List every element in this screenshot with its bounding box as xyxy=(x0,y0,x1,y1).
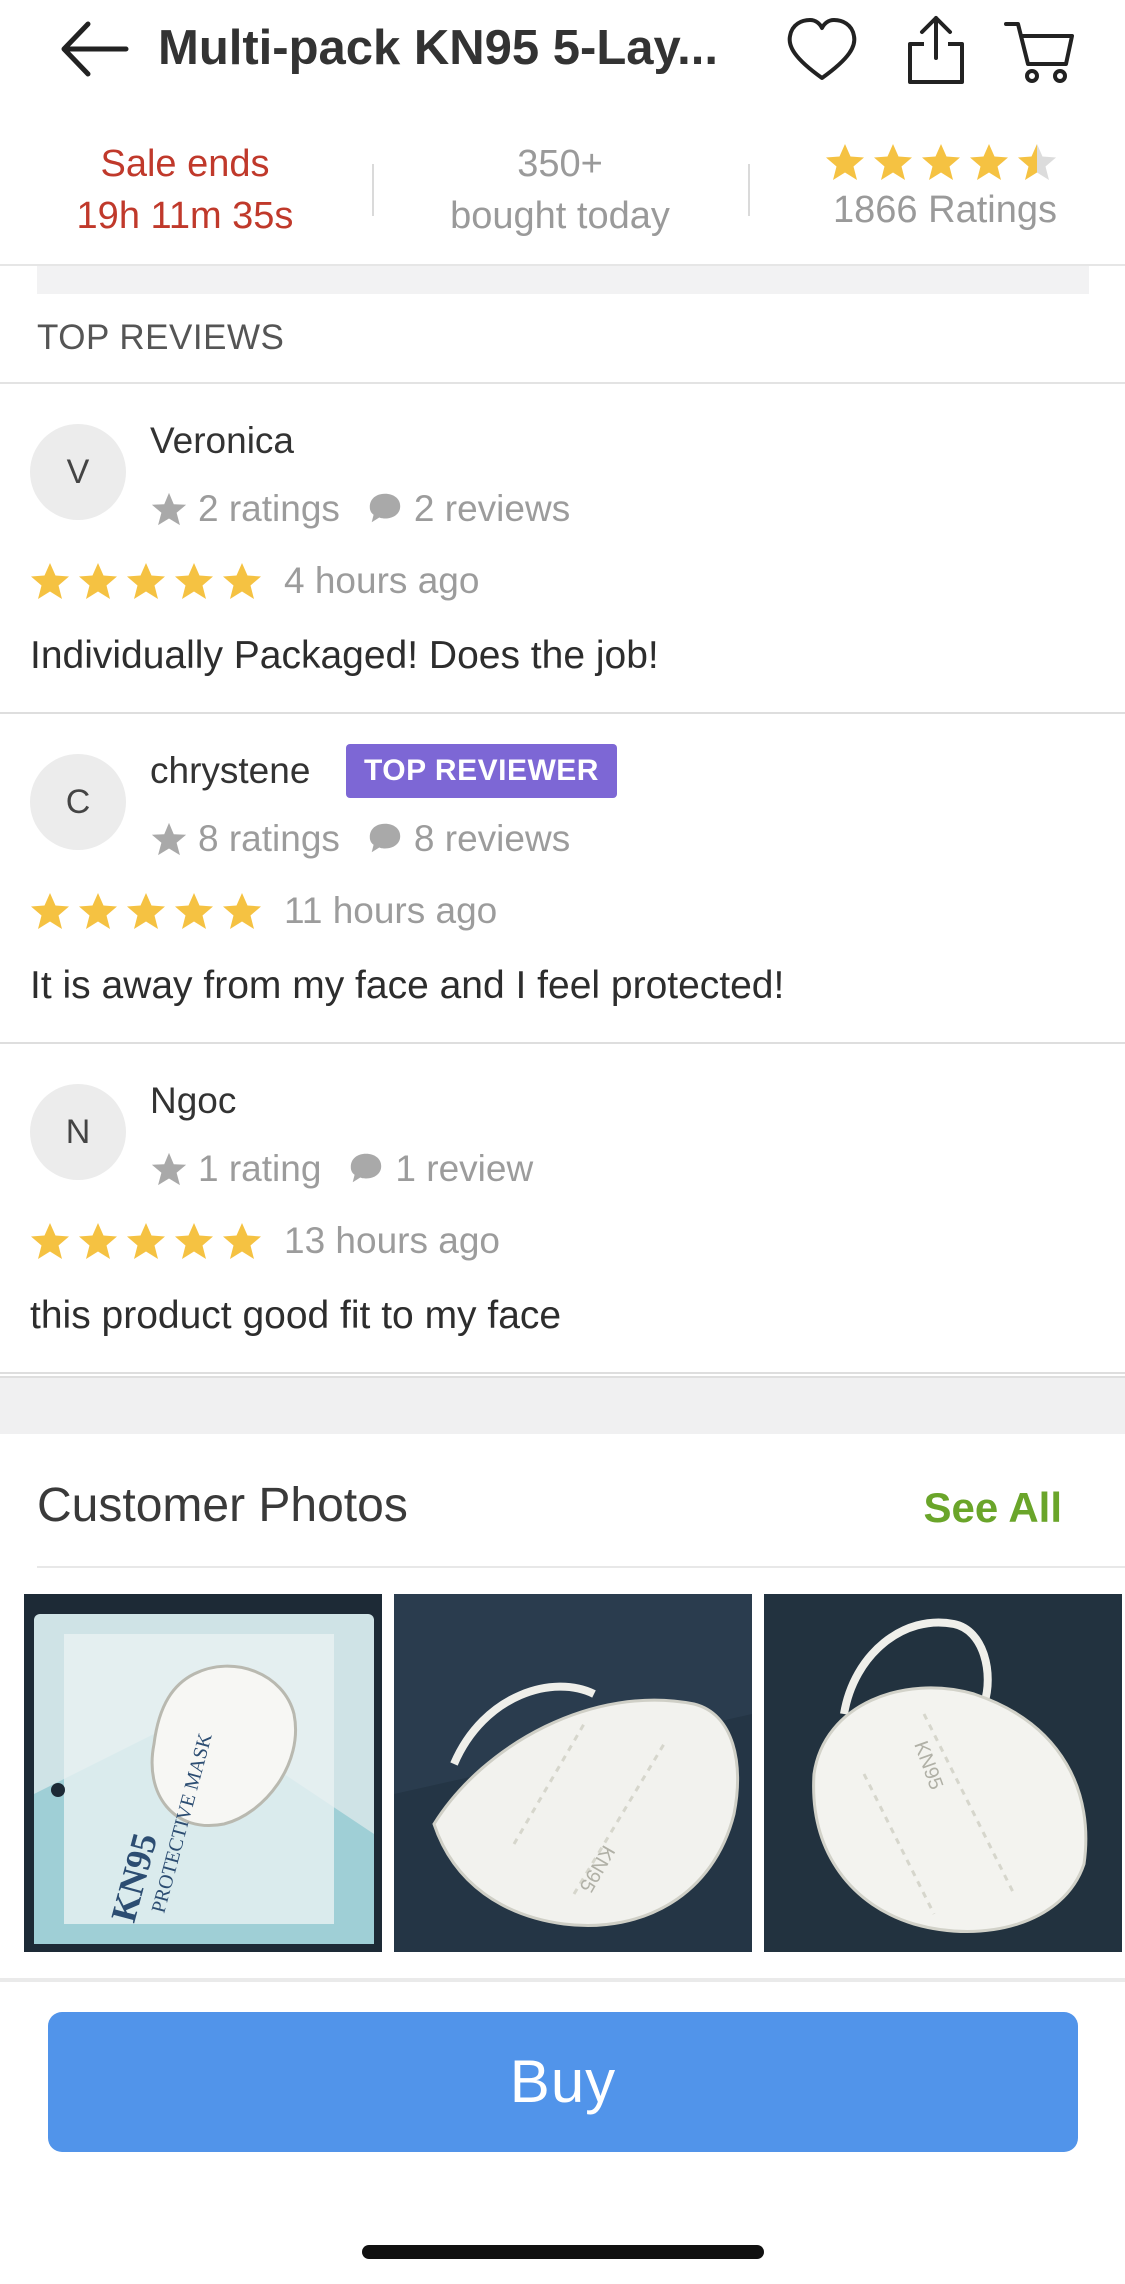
ratings-count: 1866 Ratings xyxy=(833,189,1057,231)
star-icon xyxy=(31,893,69,929)
review-stars xyxy=(30,891,270,931)
review-item: C chrystene TOP REVIEWER 8 ratings 8 rev… xyxy=(0,714,1125,1044)
ratings-count: 2 ratings xyxy=(198,488,340,529)
review-rating: 13 hours ago xyxy=(30,1220,500,1262)
customer-photo[interactable]: KN95 PROTECTIVE MASK xyxy=(24,1594,382,1952)
review-item: N Ngoc 1 rating 1 review 13 hours ago th… xyxy=(0,1044,1125,1374)
reviews-count: 8 reviews xyxy=(413,818,571,859)
review-time: 4 hours ago xyxy=(284,560,480,601)
review-rating: 11 hours ago xyxy=(30,890,497,932)
review-text: It is away from my face and I feel prote… xyxy=(30,964,785,1007)
star-icon xyxy=(127,893,165,929)
star-icon xyxy=(223,563,261,599)
star-icon xyxy=(79,893,117,929)
star-icon xyxy=(826,143,864,180)
review-text: Individually Packaged! Does the job! xyxy=(30,634,659,677)
star-icon xyxy=(970,143,1008,180)
top-reviews-heading: TOP REVIEWS xyxy=(37,318,285,357)
ratings-count: 8 ratings xyxy=(198,818,340,859)
sale-label: Sale ends xyxy=(100,143,270,185)
top-reviewer-badge: TOP REVIEWER xyxy=(346,744,617,798)
avatar: N xyxy=(30,1084,126,1180)
sale-countdown: Sale ends 19h 11m 35s xyxy=(40,138,330,242)
star-icon xyxy=(31,563,69,599)
buy-button[interactable]: Buy xyxy=(48,2012,1078,2152)
arrow-left-icon xyxy=(61,21,129,77)
star-icon xyxy=(79,1223,117,1259)
share-icon xyxy=(908,16,964,84)
stat-divider xyxy=(372,164,374,216)
mask-package-photo: KN95 PROTECTIVE MASK xyxy=(24,1594,382,1952)
heart-icon xyxy=(787,18,857,80)
review-text: this product good fit to my face xyxy=(30,1294,562,1337)
product-stats-bar: Sale ends 19h 11m 35s 350+ bought today … xyxy=(0,118,1125,266)
divider xyxy=(37,1566,1125,1568)
ratings-count: 1 rating xyxy=(198,1148,322,1189)
reviewer-name[interactable]: Ngoc xyxy=(150,1080,236,1122)
avatar: C xyxy=(30,754,126,850)
mask-photo: KN95 xyxy=(764,1594,1122,1952)
reviewer-name[interactable]: chrystene xyxy=(150,750,310,792)
star-icon xyxy=(151,1152,187,1186)
bought-count: 350+ xyxy=(517,143,603,185)
star-icon xyxy=(874,143,912,180)
customer-photo[interactable]: KN95 xyxy=(394,1594,752,1952)
divider-strip xyxy=(37,266,1089,294)
review-rating: 4 hours ago xyxy=(30,560,479,602)
reviewer-meta: 1 rating 1 review xyxy=(150,1148,533,1190)
back-button[interactable] xyxy=(56,14,136,84)
avatar: V xyxy=(30,424,126,520)
comment-icon xyxy=(351,1153,382,1183)
reviewer-meta: 8 ratings 8 reviews xyxy=(150,818,570,860)
customer-photo[interactable]: KN95 xyxy=(764,1594,1122,1952)
reviews-count: 2 reviews xyxy=(413,488,571,529)
review-stars xyxy=(30,561,270,601)
wishlist-button[interactable] xyxy=(784,12,860,88)
home-indicator xyxy=(362,2245,764,2259)
cart-icon xyxy=(1004,22,1074,83)
star-icon xyxy=(175,893,213,929)
star-icon xyxy=(223,893,261,929)
reviewer-meta: 2 ratings 2 reviews xyxy=(150,488,570,530)
rating-stars xyxy=(790,134,1100,180)
star-icon xyxy=(31,1223,69,1259)
reviewer-name[interactable]: Veronica xyxy=(150,420,294,462)
star-icon xyxy=(127,563,165,599)
star-icon xyxy=(175,1223,213,1259)
star-icon xyxy=(127,1223,165,1259)
share-button[interactable] xyxy=(898,12,974,88)
star-icon xyxy=(223,1223,261,1259)
section-separator xyxy=(0,1376,1125,1434)
bought-today: 350+ bought today xyxy=(410,138,710,242)
star-icon xyxy=(1018,143,1056,180)
star-icon xyxy=(79,563,117,599)
stat-divider xyxy=(748,164,750,216)
review-time: 13 hours ago xyxy=(284,1220,501,1261)
comment-icon xyxy=(369,493,401,523)
bought-label: bought today xyxy=(450,195,670,237)
top-bar: Multi-pack KN95 5-Lay... xyxy=(0,0,1125,95)
comment-icon xyxy=(369,823,401,853)
cart-button[interactable] xyxy=(1002,12,1078,88)
star-icon xyxy=(151,822,187,856)
review-time: 11 hours ago xyxy=(284,890,498,931)
overall-rating[interactable]: 1866 Ratings xyxy=(790,134,1100,236)
star-icon xyxy=(175,563,213,599)
mask-photo: KN95 xyxy=(394,1594,752,1952)
divider xyxy=(0,1978,1125,1982)
star-icon xyxy=(922,143,960,180)
star-icon xyxy=(151,492,187,526)
customer-photos-heading: Customer Photos xyxy=(37,1479,408,1532)
reviews-count: 1 review xyxy=(395,1148,534,1189)
product-title: Multi-pack KN95 5-Lay... xyxy=(158,21,719,75)
review-stars xyxy=(30,1221,270,1261)
review-item: V Veronica 2 ratings 2 reviews 4 hours a… xyxy=(0,384,1125,714)
sale-timer: 19h 11m 35s xyxy=(76,195,294,237)
see-all-link[interactable]: See All xyxy=(923,1484,1062,1532)
